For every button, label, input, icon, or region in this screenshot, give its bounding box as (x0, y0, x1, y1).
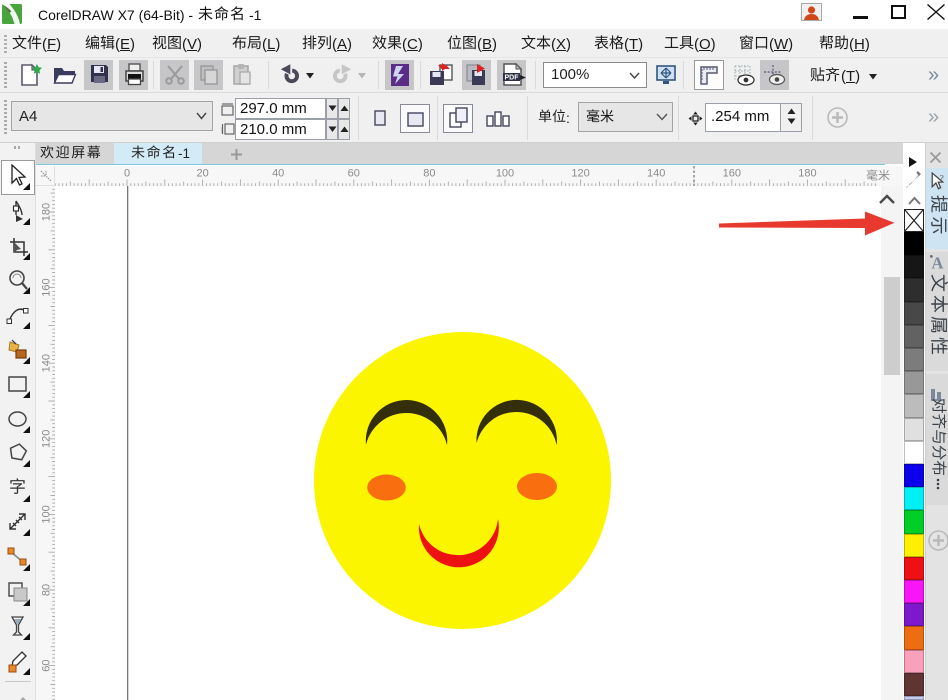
svg-text:60: 60 (348, 168, 360, 180)
svg-text:60: 60 (41, 659, 53, 671)
svg-text:80: 80 (423, 168, 435, 180)
svg-text:40: 40 (272, 168, 284, 180)
svg-text:120: 120 (41, 430, 53, 448)
svg-text:120: 120 (571, 168, 589, 180)
svg-text:140: 140 (647, 168, 665, 180)
svg-text:PDF: PDF (505, 75, 520, 82)
svg-text:80: 80 (41, 584, 53, 596)
svg-text:180: 180 (41, 203, 53, 221)
svg-text:20: 20 (196, 168, 208, 180)
svg-text:100: 100 (496, 168, 514, 180)
svg-text:0: 0 (124, 168, 130, 180)
svg-text:140: 140 (41, 354, 53, 372)
svg-text:A: A (931, 254, 943, 272)
svg-text:160: 160 (723, 168, 741, 180)
svg-text:180: 180 (798, 168, 816, 180)
svg-text:I: I (221, 126, 223, 135)
svg-text:?: ? (940, 174, 944, 184)
svg-text:160: 160 (41, 278, 53, 296)
svg-text:100: 100 (41, 505, 53, 523)
